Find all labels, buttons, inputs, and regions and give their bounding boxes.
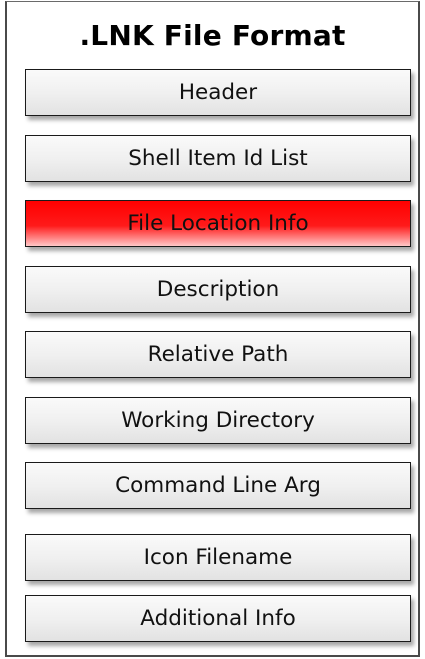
section-label: Header <box>178 80 258 105</box>
section-header: Header <box>25 69 411 116</box>
section-relative-path: Relative Path <box>25 331 411 378</box>
section-label: Shell Item Id List <box>128 146 308 171</box>
section-label: Working Directory <box>121 408 315 433</box>
section-description: Description <box>25 266 411 313</box>
section-icon-filename: Icon Filename <box>25 534 411 581</box>
section-label: Command Line Arg <box>115 473 321 498</box>
section-label: Relative Path <box>147 342 289 367</box>
section-label: Additional Info <box>140 606 296 631</box>
section-command-line-arg: Command Line Arg <box>25 462 411 509</box>
section-file-location-info: File Location Info <box>25 200 411 247</box>
lnk-format-diagram: .LNK File Format Header Shell Item Id Li… <box>5 1 420 657</box>
diagram-title: .LNK File Format <box>79 19 346 52</box>
section-shell-item-id-list: Shell Item Id List <box>25 135 411 182</box>
section-additional-info: Additional Info <box>25 595 411 642</box>
section-label: Description <box>156 277 280 302</box>
section-label: Icon Filename <box>143 545 293 570</box>
section-label: File Location Info <box>127 211 309 236</box>
section-working-directory: Working Directory <box>25 397 411 444</box>
